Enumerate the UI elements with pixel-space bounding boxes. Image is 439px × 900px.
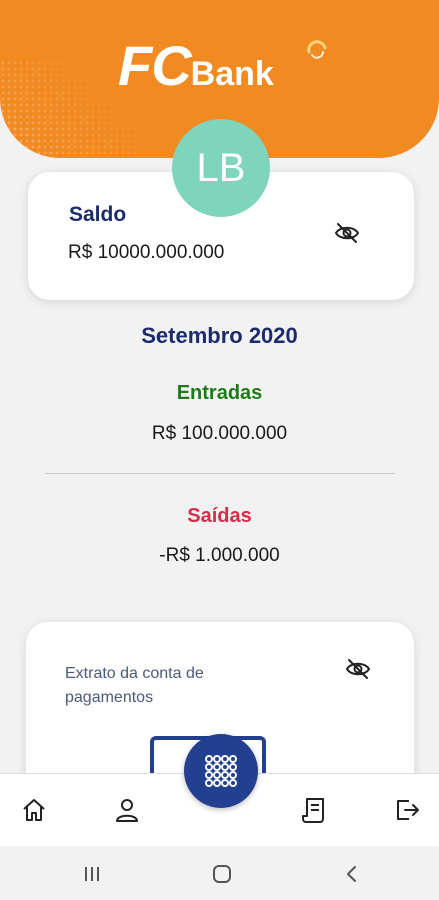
profile-icon[interactable] — [113, 796, 141, 824]
logout-icon[interactable] — [393, 796, 421, 824]
home-icon[interactable] — [20, 796, 48, 824]
recent-apps-icon[interactable] — [82, 864, 102, 884]
back-icon[interactable] — [342, 864, 362, 884]
keypad-button[interactable] — [184, 734, 258, 808]
statement-title: Extrato da conta de pagamentos — [65, 665, 204, 706]
hide-statement-icon[interactable] — [345, 658, 371, 680]
income-value: R$ 100.000.000 — [151, 423, 288, 444]
balance-title: Saldo — [69, 203, 127, 226]
divider — [45, 473, 395, 474]
receipt-icon[interactable] — [300, 796, 328, 824]
logo-fc-text: FC — [118, 34, 192, 97]
keypad-icon — [205, 755, 237, 787]
hide-balance-icon[interactable] — [334, 222, 360, 244]
avatar[interactable]: LB — [172, 119, 270, 217]
system-navigation-bar — [0, 846, 439, 900]
expense-value: -R$ 1.000.000 — [159, 545, 280, 566]
income-label: Entradas — [176, 382, 263, 404]
expense-label: Saídas — [187, 505, 252, 527]
logo-swirl-icon — [307, 40, 327, 59]
logo-bank-text: Bank — [190, 55, 274, 93]
home-system-icon[interactable] — [212, 864, 232, 884]
balance-value: R$ 10000.000.000 — [68, 242, 225, 263]
month-title: Setembro 2020 — [141, 323, 298, 348]
fcbank-logo: FCBank — [118, 36, 274, 96]
